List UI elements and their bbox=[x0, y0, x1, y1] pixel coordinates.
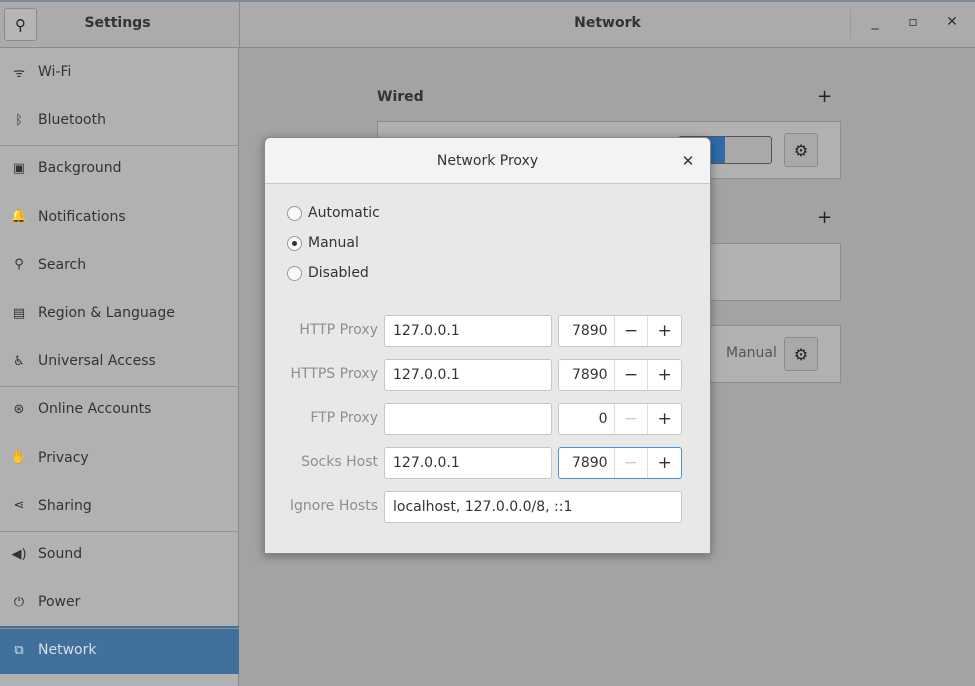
increment-button[interactable]: + bbox=[647, 360, 681, 390]
minimize-button[interactable]: _ bbox=[865, 14, 885, 34]
socks-host-port-spinner[interactable]: 7890 − + bbox=[558, 447, 682, 479]
sidebar-item-online-accounts[interactable]: ⊛ Online Accounts bbox=[0, 385, 239, 433]
increment-button[interactable]: + bbox=[647, 404, 681, 434]
wired-section-label: Wired bbox=[377, 89, 424, 105]
gear-icon: ⚙ bbox=[793, 140, 809, 160]
increment-button[interactable]: + bbox=[647, 316, 681, 346]
socks-host-port-value[interactable]: 7890 bbox=[559, 448, 614, 478]
ftp-proxy-port-value[interactable]: 0 bbox=[559, 404, 614, 434]
privacy-hand-icon: ✋ bbox=[10, 450, 28, 466]
window-controls-divider bbox=[850, 10, 851, 38]
sidebar-separator bbox=[0, 386, 239, 387]
sidebar-item-label: Notifications bbox=[38, 208, 126, 225]
https-proxy-label: HTTPS Proxy bbox=[290, 366, 378, 382]
https-proxy-host-input[interactable]: 127.0.0.1 bbox=[384, 359, 552, 391]
http-proxy-host-input[interactable]: 127.0.0.1 bbox=[384, 315, 552, 347]
ignore-hosts-input[interactable]: localhost, 127.0.0.0/8, ::1 bbox=[384, 491, 682, 523]
http-proxy-label: HTTP Proxy bbox=[299, 322, 378, 338]
sidebar-item-label: Background bbox=[38, 160, 122, 177]
ignore-hosts-label: Ignore Hosts bbox=[289, 498, 378, 514]
maximize-button[interactable]: ▫ bbox=[903, 14, 923, 34]
sidebar-item-label: Wi-Fi bbox=[38, 64, 72, 80]
ftp-proxy-port-spinner[interactable]: 0 − + bbox=[558, 403, 682, 435]
app-title: Settings bbox=[84, 15, 151, 31]
sidebar-item-sound[interactable]: ◀) Sound bbox=[0, 530, 239, 578]
radio-disabled[interactable]: Disabled bbox=[287, 265, 369, 281]
bell-icon: 🔔 bbox=[10, 209, 28, 225]
network-icon: ⧉ bbox=[14, 642, 24, 658]
decrement-button[interactable]: − bbox=[613, 316, 648, 346]
sidebar-separator bbox=[0, 145, 239, 146]
sidebar-item-label: Power bbox=[38, 594, 81, 611]
sidebar-item-region-language[interactable]: ▤ Region & Language bbox=[0, 289, 239, 337]
sidebar-separator bbox=[0, 531, 239, 532]
search-icon: ⚲ bbox=[14, 257, 24, 273]
power-icon: ⏻ bbox=[13, 594, 25, 610]
proxy-status: Manual bbox=[726, 345, 777, 361]
sidebar-separator bbox=[0, 628, 239, 629]
proxy-settings-button[interactable]: ⚙ bbox=[784, 337, 818, 371]
sidebar-item-privacy[interactable]: ✋ Privacy bbox=[0, 434, 239, 482]
http-proxy-port-value[interactable]: 7890 bbox=[559, 316, 614, 346]
search-button[interactable]: ⚲ bbox=[4, 8, 37, 41]
region-icon: ▤ bbox=[12, 305, 26, 321]
increment-button[interactable]: + bbox=[647, 448, 681, 478]
decrement-button[interactable]: − bbox=[613, 360, 648, 390]
search-icon: ⚲ bbox=[15, 15, 26, 34]
sidebar-item-power[interactable]: ⏻ Power bbox=[0, 578, 239, 626]
socks-host-host-input[interactable]: 127.0.0.1 bbox=[384, 447, 552, 479]
close-window-button[interactable]: ✕ bbox=[942, 14, 962, 34]
sidebar-item-notifications[interactable]: 🔔 Notifications bbox=[0, 193, 239, 241]
https-proxy-port-value[interactable]: 7890 bbox=[559, 360, 614, 390]
close-dialog-button[interactable]: ✕ bbox=[677, 150, 699, 172]
sidebar-item-sharing[interactable]: ⋖ Sharing bbox=[0, 482, 239, 530]
radio-label: Automatic bbox=[308, 205, 380, 221]
https-proxy-port-spinner[interactable]: 7890 − + bbox=[558, 359, 682, 391]
sidebar-item-label: Region & Language bbox=[38, 305, 175, 321]
dialog-title: Network Proxy bbox=[265, 138, 710, 184]
network-proxy-dialog: Network Proxy ✕ Automatic Manual Disabled H… bbox=[264, 137, 711, 554]
wired-settings-button[interactable]: ⚙ bbox=[784, 133, 818, 167]
background-icon: ▣ bbox=[12, 160, 26, 176]
sidebar-item-label: Universal Access bbox=[38, 353, 156, 370]
socks-host-label: Socks Host bbox=[301, 454, 378, 470]
ftp-proxy-label: FTP Proxy bbox=[310, 410, 378, 426]
ftp-proxy-host-input[interactable] bbox=[384, 403, 552, 435]
accessibility-icon: ♿ bbox=[13, 353, 25, 369]
sidebar-item-background[interactable]: ▣ Background bbox=[0, 144, 239, 192]
bluetooth-icon: ᛒ bbox=[15, 112, 23, 128]
sidebar-item-label: Online Accounts bbox=[38, 401, 152, 418]
sidebar-item-network[interactable]: ⧉ Network bbox=[0, 626, 239, 675]
sidebar-item-wi-fi[interactable]: ᯤ Wi-Fi bbox=[0, 48, 239, 96]
sidebar-item-label: Sound bbox=[38, 546, 83, 562]
radio-label: Manual bbox=[308, 235, 359, 251]
sidebar-item-label: Search bbox=[38, 256, 87, 273]
radio-button-indicator[interactable] bbox=[287, 265, 302, 281]
decrement-button[interactable]: − bbox=[613, 448, 648, 478]
radio-manual[interactable]: Manual bbox=[287, 235, 359, 251]
add-vpn-button[interactable]: + bbox=[817, 207, 832, 228]
decrement-button[interactable]: − bbox=[613, 404, 648, 434]
sidebar-item-bluetooth[interactable]: ᛒ Bluetooth bbox=[0, 96, 239, 144]
radio-button-indicator[interactable] bbox=[287, 205, 302, 221]
sidebar-item-label: Sharing bbox=[38, 497, 92, 514]
gear-icon: ⚙ bbox=[793, 344, 809, 364]
radio-button-indicator[interactable] bbox=[287, 235, 302, 251]
speaker-icon: ◀) bbox=[11, 546, 27, 562]
sidebar-item-label: Privacy bbox=[38, 449, 89, 466]
share-icon: ⋖ bbox=[13, 498, 25, 514]
sidebar-item-label: Network bbox=[38, 642, 97, 659]
sidebar-item-universal-access[interactable]: ♿ Universal Access bbox=[0, 337, 239, 385]
wifi-icon: ᯤ bbox=[13, 66, 25, 81]
sidebar-item-search[interactable]: ⚲ Search bbox=[0, 241, 239, 289]
http-proxy-port-spinner[interactable]: 7890 − + bbox=[558, 315, 682, 347]
radio-automatic[interactable]: Automatic bbox=[287, 205, 380, 221]
radio-label: Disabled bbox=[308, 265, 369, 281]
sidebar-item-label: Bluetooth bbox=[38, 112, 106, 129]
add-wired-button[interactable]: + bbox=[817, 86, 832, 107]
online-accounts-icon: ⊛ bbox=[13, 401, 25, 417]
